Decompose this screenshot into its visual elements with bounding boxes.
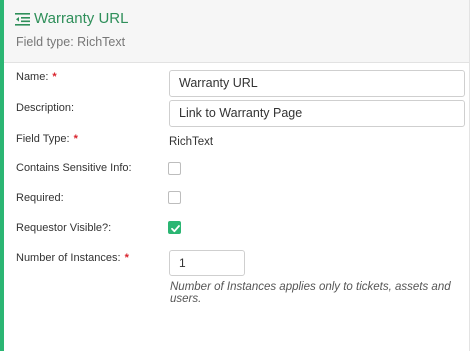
custom-field-panel: Warranty URL Field type: RichText Name: *… [4, 0, 470, 351]
requestor-visible-checkbox[interactable] [168, 221, 181, 234]
field-type-value: RichText [169, 136, 214, 148]
name-label: Name: * [16, 71, 57, 83]
required-marker: * [52, 71, 57, 83]
check-icon [171, 225, 180, 233]
required-checkbox[interactable] [168, 191, 181, 204]
required-marker: * [73, 133, 78, 145]
field-type-label: Field Type: * [16, 133, 78, 145]
required-label: Required: [16, 192, 64, 204]
required-marker: * [124, 252, 129, 264]
field-title: Warranty URL [34, 10, 129, 27]
field-type-subtitle: Field type: RichText [16, 35, 126, 49]
description-label: Description: [16, 102, 75, 114]
panel-right-border [469, 0, 470, 351]
list-indent-icon [15, 12, 31, 26]
sensitive-info-checkbox[interactable] [168, 162, 181, 175]
panel-header: Warranty URL Field type: RichText [4, 0, 470, 63]
instances-note: Number of Instances applies only to tick… [170, 281, 451, 305]
instances-field[interactable]: 1 [169, 250, 245, 276]
description-field[interactable]: Link to Warranty Page [169, 100, 465, 127]
name-field[interactable]: Warranty URL [169, 70, 465, 97]
requestor-visible-label: Requestor Visible?: [16, 222, 112, 234]
sensitive-info-label: Contains Sensitive Info: [16, 162, 132, 174]
instances-label: Number of Instances: * [16, 252, 129, 264]
